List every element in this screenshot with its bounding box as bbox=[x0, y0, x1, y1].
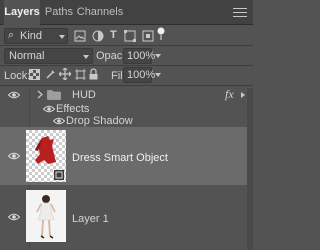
layer-row-hud[interactable]: HUD fx bbox=[0, 86, 253, 103]
search-icon: ⌕ bbox=[8, 29, 15, 41]
type-layer-filter-icon[interactable]: T bbox=[110, 29, 117, 41]
layer-name[interactable]: HUD bbox=[72, 89, 96, 101]
folder-icon bbox=[47, 90, 61, 100]
effects-visibility-eye-icon[interactable] bbox=[43, 105, 55, 113]
adjustment-layer-filter-icon[interactable] bbox=[92, 30, 104, 42]
effects-row[interactable]: Effects bbox=[0, 103, 253, 115]
smart-object-filter-icon[interactable] bbox=[142, 30, 154, 42]
layer-name[interactable]: Dress Smart Object bbox=[72, 152, 168, 164]
chevron-down-icon bbox=[59, 35, 65, 39]
shape-layer-filter-icon[interactable] bbox=[124, 30, 136, 42]
fx-icon[interactable]: fx bbox=[225, 87, 234, 102]
lock-position-icon[interactable] bbox=[59, 68, 71, 80]
opacity-chevron-icon[interactable] bbox=[155, 54, 161, 58]
layer-thumbnail[interactable] bbox=[26, 190, 66, 242]
woman-photo-image bbox=[26, 190, 66, 242]
lock-artboard-icon[interactable] bbox=[75, 69, 86, 80]
layers-scrollbar[interactable] bbox=[247, 88, 253, 250]
visibility-eye-icon[interactable] bbox=[8, 152, 20, 160]
visibility-eye-icon[interactable] bbox=[8, 91, 20, 99]
divider bbox=[0, 45, 253, 46]
fill-input[interactable]: 100% bbox=[123, 67, 156, 83]
pixel-layer-filter-icon[interactable] bbox=[74, 30, 86, 42]
lock-image-pixels-icon[interactable] bbox=[45, 69, 56, 80]
opacity-value: 100% bbox=[127, 50, 156, 62]
effects-expand-icon[interactable] bbox=[240, 91, 246, 99]
layer-name[interactable]: Layer 1 bbox=[72, 213, 109, 225]
layer-row-dress-smart-object[interactable]: Dress Smart Object bbox=[0, 127, 253, 185]
fill-chevron-icon[interactable] bbox=[155, 73, 161, 77]
tab-layers[interactable]: Layers bbox=[4, 0, 40, 25]
filter-toggle-icon[interactable] bbox=[156, 27, 166, 41]
divider bbox=[0, 65, 253, 66]
blend-mode-select[interactable]: Normal bbox=[4, 48, 93, 64]
drop-shadow-visibility-eye-icon[interactable] bbox=[53, 117, 65, 125]
tab-channels[interactable]: Channels bbox=[76, 0, 124, 24]
drop-shadow-label: Drop Shadow bbox=[66, 115, 133, 127]
blend-mode-value: Normal bbox=[9, 50, 45, 62]
filter-kind-label: Kind bbox=[20, 30, 43, 42]
panel-menu-icon[interactable] bbox=[233, 8, 247, 17]
dress-image bbox=[35, 136, 64, 180]
effects-label: Effects bbox=[56, 103, 90, 115]
fill-value: 100% bbox=[127, 69, 156, 81]
layer-thumbnail[interactable] bbox=[26, 130, 66, 182]
filter-kind-select[interactable]: ⌕ Kind bbox=[4, 28, 68, 44]
visibility-eye-icon[interactable] bbox=[8, 213, 20, 221]
drop-shadow-row[interactable]: Drop Shadow bbox=[0, 115, 253, 127]
lock-transparent-pixels-icon[interactable] bbox=[29, 69, 40, 80]
layer-row-layer-1[interactable]: Layer 1 bbox=[0, 186, 253, 246]
tab-paths[interactable]: Paths bbox=[43, 0, 75, 24]
lock-all-icon[interactable] bbox=[89, 68, 98, 80]
opacity-input[interactable]: 100% bbox=[123, 48, 156, 64]
panel-tab-bar: Layers Paths Channels bbox=[0, 0, 253, 25]
chevron-right-icon[interactable] bbox=[37, 90, 43, 99]
chevron-down-icon bbox=[83, 55, 89, 59]
lock-label: Lock: bbox=[4, 70, 31, 82]
